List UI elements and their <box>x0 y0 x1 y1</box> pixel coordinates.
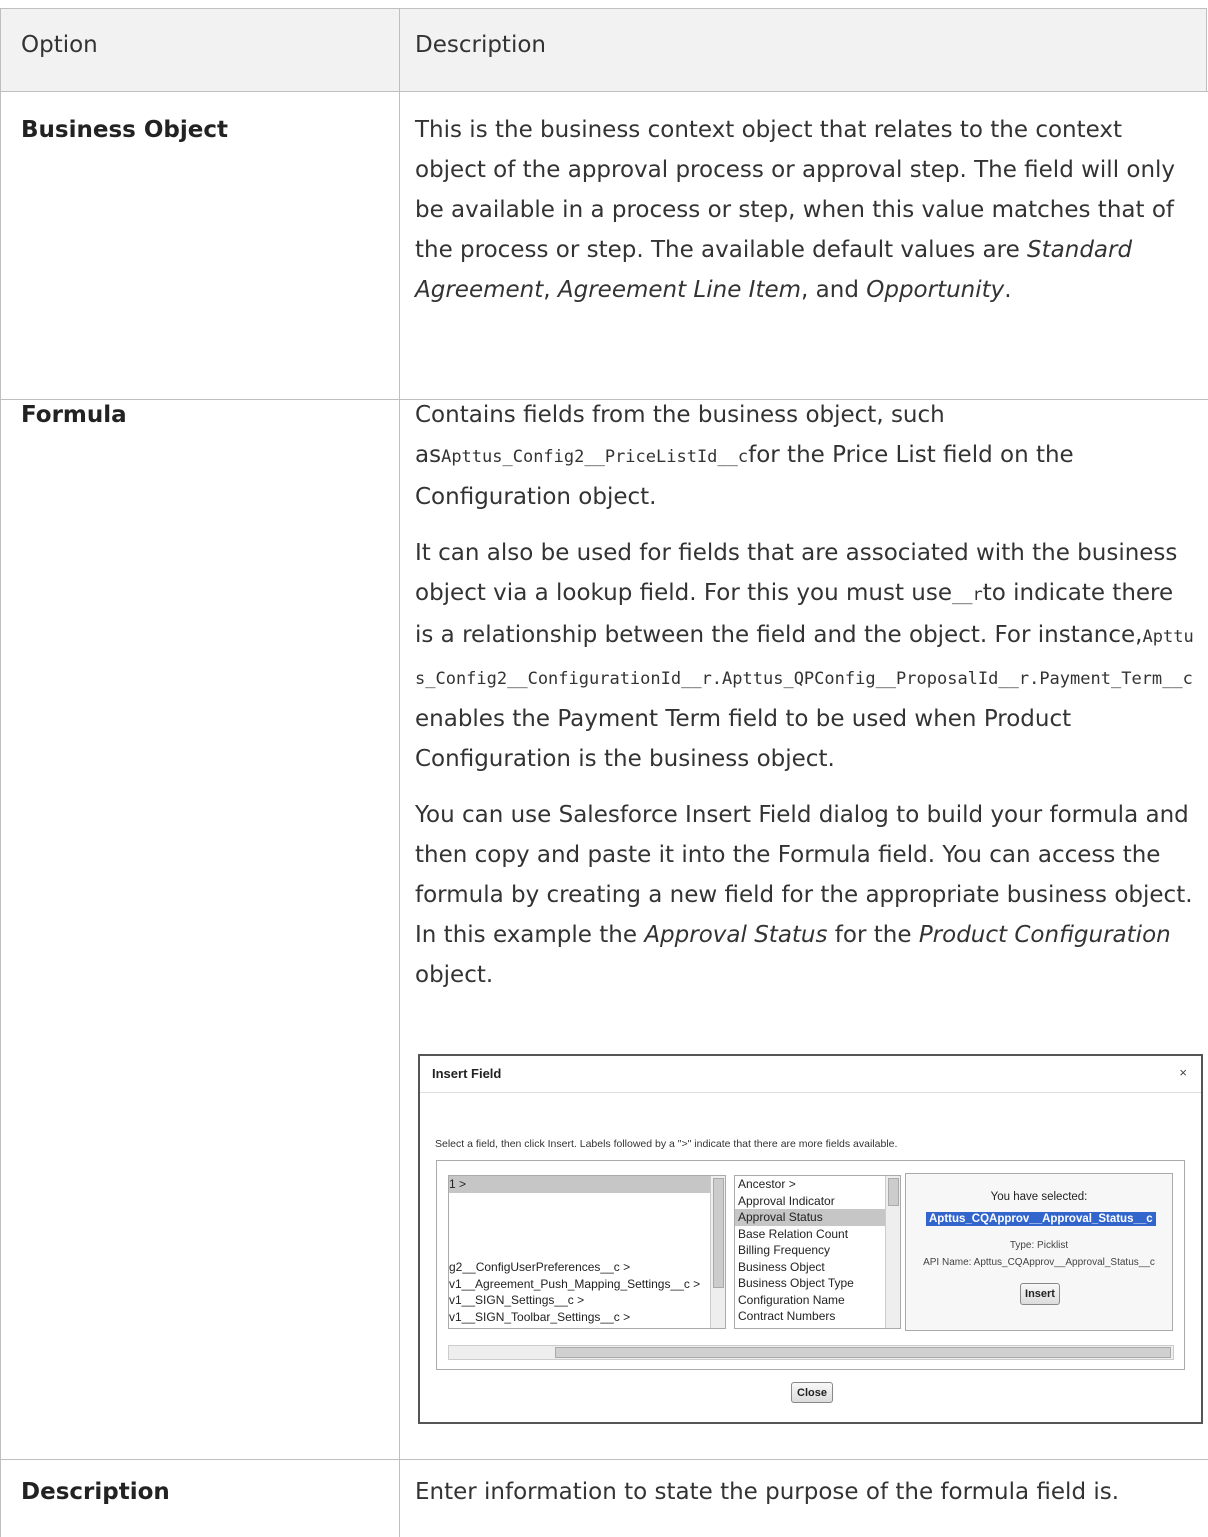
dialog-divider <box>420 1092 1201 1093</box>
selected-api-name[interactable]: Apttus_CQApprov__Approval_Status__c <box>926 1212 1156 1226</box>
list-item[interactable]: g2__ConfigUserPreferences__c > <box>449 1259 725 1276</box>
column-divider <box>399 8 400 1537</box>
scrollbar[interactable] <box>710 1176 725 1328</box>
selection-detail: You have selected: Apttus_CQApprov__Appr… <box>905 1173 1173 1331</box>
insert-field-dialog: Insert Field × Select a field, then clic… <box>418 1054 1203 1424</box>
table-left-border <box>0 8 1 1537</box>
dialog-title: Insert Field <box>432 1066 502 1081</box>
horizontal-scrollbar[interactable] <box>448 1345 1174 1360</box>
description-text: Enter information to state the purpose o… <box>415 1479 1120 1505</box>
close-button[interactable]: Close <box>791 1382 833 1403</box>
dialog-hint: Select a field, then click Insert. Label… <box>435 1138 898 1150</box>
header-option: Option <box>21 32 98 58</box>
list-item[interactable]: Configuration Name <box>735 1292 900 1309</box>
scrollbar[interactable] <box>885 1176 900 1328</box>
option-business-object: Business Object <box>21 117 228 143</box>
field-api-name: API Name: Apttus_CQApprov__Approval_Stat… <box>923 1257 1155 1268</box>
field-picker-panel: 1 > g2__ConfigUserPreferences__c > v1__A… <box>436 1160 1185 1370</box>
list-item[interactable]: Business Object <box>735 1259 900 1276</box>
list-item[interactable] <box>449 1210 725 1227</box>
close-icon[interactable]: × <box>1179 1065 1187 1080</box>
list-item[interactable]: Contract Numbers <box>735 1308 900 1325</box>
formula-description: Contains fields from the business object… <box>415 402 1194 988</box>
header-description: Description <box>415 32 546 58</box>
selected-heading: You have selected: <box>990 1191 1088 1203</box>
field-list[interactable]: Ancestor > Approval Indicator Approval S… <box>734 1175 901 1329</box>
business-object-description: This is the business context object that… <box>415 117 1176 303</box>
option-description: Description <box>21 1479 170 1505</box>
list-item[interactable] <box>449 1193 725 1210</box>
row-divider <box>0 1459 1208 1460</box>
list-item[interactable]: Approval Indicator <box>735 1193 900 1210</box>
list-item[interactable]: v1__SIGN_Toolbar_Settings__c > <box>449 1309 725 1326</box>
list-item[interactable] <box>449 1226 725 1243</box>
list-item[interactable]: Billing Frequency <box>735 1242 900 1259</box>
row-divider <box>0 91 1208 92</box>
insert-button[interactable]: Insert <box>1020 1283 1060 1305</box>
list-item[interactable]: Base Relation Count <box>735 1226 900 1243</box>
list-item[interactable]: v1__Agreement_Push_Mapping_Settings__c > <box>449 1276 725 1293</box>
list-item[interactable]: v1__SIGN_Settings__c > <box>449 1292 725 1309</box>
list-item[interactable]: 1 > <box>449 1176 725 1193</box>
list-item[interactable]: Ancestor > <box>735 1176 900 1193</box>
list-item[interactable]: Business Object Type <box>735 1275 900 1292</box>
list-item[interactable]: Approval Status <box>735 1209 900 1226</box>
list-item[interactable] <box>449 1243 725 1260</box>
field-type: Type: Picklist <box>1009 1240 1069 1251</box>
object-list[interactable]: 1 > g2__ConfigUserPreferences__c > v1__A… <box>448 1175 726 1329</box>
option-formula: Formula <box>21 402 127 428</box>
